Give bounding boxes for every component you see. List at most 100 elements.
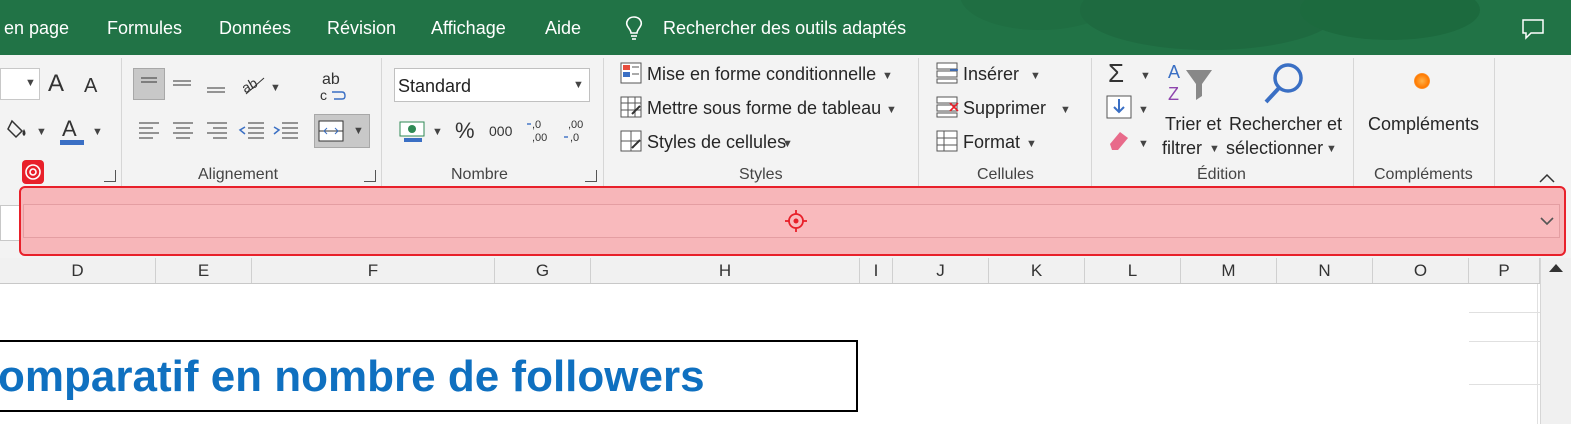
vertical-scrollbar[interactable]	[1540, 258, 1571, 424]
comma-style-button[interactable]: 000	[489, 124, 512, 138]
column-header-m[interactable]: M	[1181, 258, 1277, 283]
group-separator	[1353, 58, 1354, 186]
tab-data[interactable]: Données	[219, 0, 291, 55]
chevron-down-icon[interactable]: ▼	[1209, 143, 1220, 155]
decrease-font-size-button[interactable]: A	[84, 76, 97, 96]
column-header-i[interactable]: I	[860, 258, 893, 283]
find-select-label-1[interactable]: Rechercher et	[1229, 114, 1342, 135]
svg-text:A: A	[1168, 62, 1180, 82]
tab-formulas[interactable]: Formules	[107, 0, 182, 55]
insert-button[interactable]: Insérer	[963, 64, 1019, 85]
fill-color-icon[interactable]	[6, 117, 32, 143]
chevron-down-icon[interactable]: ▼	[432, 126, 443, 138]
find-select-icon	[1264, 63, 1303, 104]
dialog-launcher-icon[interactable]	[104, 170, 116, 182]
align-bottom-icon[interactable]	[202, 70, 230, 98]
sheet-title: omparatif en nombre de followers	[0, 352, 705, 401]
lightbulb-icon[interactable]	[624, 15, 644, 41]
wrap-text-button[interactable]: ab	[322, 72, 340, 88]
chevron-down-icon[interactable]: ▼	[882, 70, 893, 82]
addins-button[interactable]: Compléments	[1368, 114, 1479, 135]
clear-eraser-icon[interactable]	[1106, 128, 1132, 152]
autosum-icon[interactable]: Σ	[1108, 60, 1124, 86]
dialog-launcher-icon[interactable]	[364, 170, 376, 182]
gridline	[1537, 284, 1538, 424]
merge-center-button[interactable]: ▼	[314, 114, 370, 148]
decrease-indent-icon[interactable]	[238, 118, 266, 144]
chevron-down-icon[interactable]: ▼	[36, 126, 47, 138]
format-button[interactable]: Format	[963, 132, 1020, 153]
expand-formula-bar-icon[interactable]	[1540, 216, 1554, 226]
conditional-formatting-button[interactable]: Mise en forme conditionnelle	[647, 64, 876, 85]
format-cells-icon	[936, 130, 958, 152]
align-middle-icon[interactable]	[168, 70, 196, 98]
column-header-k[interactable]: K	[989, 258, 1085, 283]
chevron-down-icon[interactable]: ▼	[1138, 138, 1149, 150]
group-separator	[1494, 58, 1495, 186]
svg-text:,00: ,00	[568, 119, 583, 131]
fill-down-icon[interactable]	[1106, 95, 1132, 119]
tab-view[interactable]: Affichage	[431, 0, 506, 55]
align-left-icon[interactable]	[136, 118, 162, 144]
comments-icon[interactable]	[1521, 18, 1545, 40]
column-header-f[interactable]: F	[252, 258, 495, 283]
column-header-n[interactable]: N	[1277, 258, 1373, 283]
collapse-ribbon-icon[interactable]	[1538, 172, 1556, 184]
target-marker-icon	[22, 160, 44, 184]
dialog-launcher-icon[interactable]	[585, 170, 597, 182]
font-size-dropdown[interactable]: ▼	[0, 68, 40, 100]
decrease-decimal-icon[interactable]: ,00,0	[562, 116, 592, 146]
chevron-down-icon: ▼	[353, 125, 364, 137]
gridline	[1469, 341, 1540, 342]
cell-styles-button[interactable]: Styles de cellules	[647, 132, 786, 153]
chevron-down-icon[interactable]: ▼	[1060, 104, 1071, 116]
chevron-down-icon[interactable]: ▼	[1030, 70, 1041, 82]
orientation-icon[interactable]: ab	[240, 72, 268, 98]
number-format-dropdown[interactable]: Standard ▼	[394, 68, 590, 102]
increase-indent-icon[interactable]	[272, 118, 300, 144]
delete-button[interactable]: Supprimer	[963, 98, 1046, 119]
align-right-icon[interactable]	[204, 118, 230, 144]
sort-filter-label-2[interactable]: filtrer	[1162, 138, 1202, 159]
increase-decimal-icon[interactable]: ,0,00	[526, 116, 556, 146]
chevron-down-icon[interactable]: ▼	[1026, 138, 1037, 150]
column-header-h[interactable]: H	[591, 258, 860, 283]
column-header-e[interactable]: E	[156, 258, 252, 283]
column-header-p[interactable]: P	[1469, 258, 1540, 283]
chevron-down-icon[interactable]: ▼	[782, 138, 793, 150]
tab-review[interactable]: Révision	[327, 0, 396, 55]
align-center-icon[interactable]	[170, 118, 196, 144]
sort-filter-icon: AZ	[1168, 62, 1212, 104]
svg-text:A: A	[62, 116, 77, 141]
group-label-edition: Édition	[1197, 166, 1246, 183]
format-as-table-button[interactable]: Mettre sous forme de tableau	[647, 98, 881, 119]
font-color-icon[interactable]: A	[58, 116, 86, 146]
group-separator	[121, 58, 122, 186]
chevron-down-icon[interactable]: ▼	[1326, 143, 1337, 155]
chevron-down-icon: ▼	[25, 77, 36, 89]
chevron-down-icon[interactable]: ▼	[886, 104, 897, 116]
tab-help[interactable]: Aide	[545, 0, 581, 55]
number-format-value: Standard	[398, 76, 472, 96]
column-header-g[interactable]: G	[495, 258, 591, 283]
scroll-up-icon[interactable]	[1547, 262, 1565, 274]
title-cell[interactable]: omparatif en nombre de followers	[0, 340, 858, 412]
find-select-label-2[interactable]: sélectionner	[1226, 138, 1323, 159]
tab-page-layout[interactable]: en page	[4, 0, 69, 55]
chevron-down-icon[interactable]: ▼	[92, 126, 103, 138]
accounting-format-icon[interactable]	[398, 118, 428, 144]
increase-font-size-button[interactable]: A	[48, 72, 64, 96]
column-header-j[interactable]: J	[893, 258, 989, 283]
group-separator	[1091, 58, 1092, 186]
column-header-d[interactable]: D	[0, 258, 156, 283]
chevron-down-icon[interactable]: ▼	[1140, 70, 1151, 82]
chevron-down-icon[interactable]: ▼	[270, 82, 281, 94]
align-top-button[interactable]	[133, 68, 165, 100]
group-label-number: Nombre	[451, 166, 508, 183]
column-header-l[interactable]: L	[1085, 258, 1181, 283]
sort-filter-label-1[interactable]: Trier et	[1165, 114, 1221, 135]
percent-style-button[interactable]: %	[455, 120, 475, 142]
column-header-o[interactable]: O	[1373, 258, 1469, 283]
tell-me-search[interactable]: Rechercher des outils adaptés	[663, 0, 906, 55]
chevron-down-icon[interactable]: ▼	[1138, 104, 1149, 116]
